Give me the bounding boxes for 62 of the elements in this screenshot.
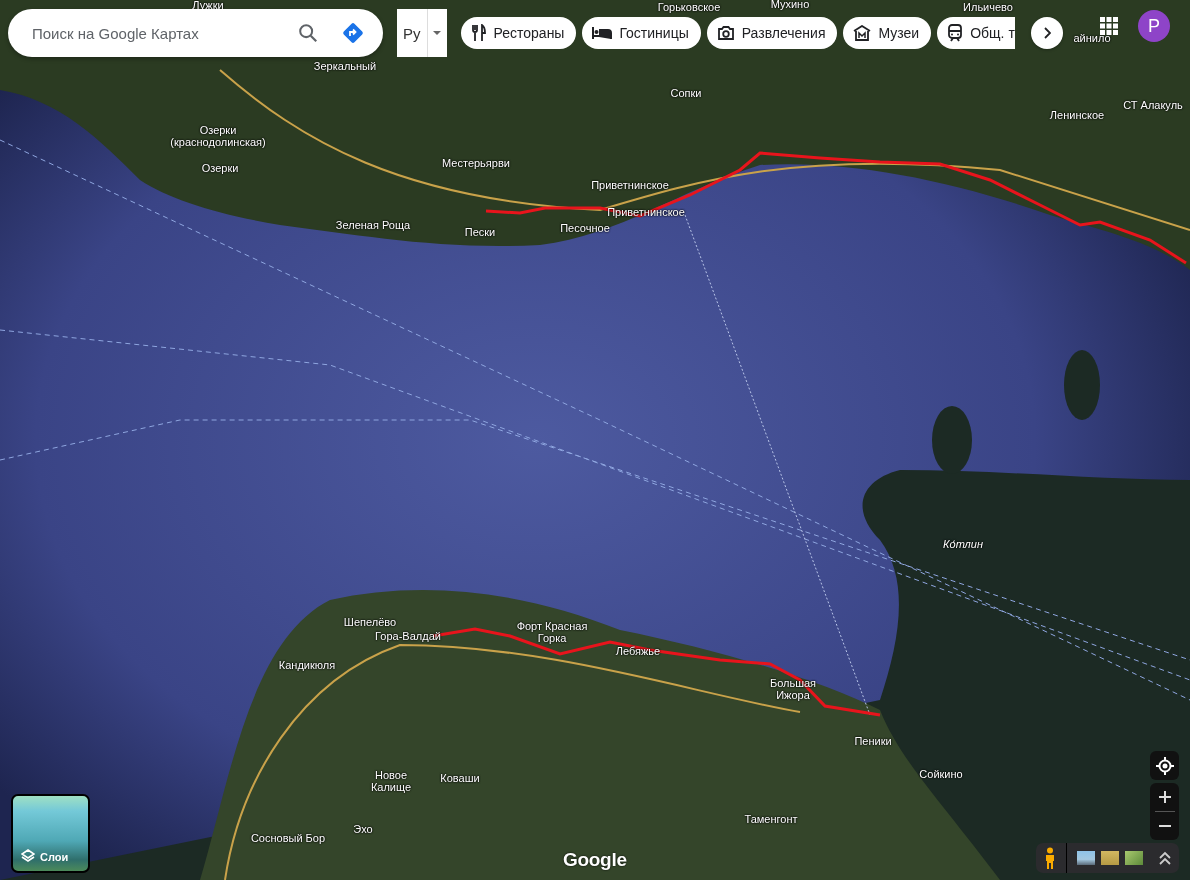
pegman-icon[interactable]	[1044, 847, 1056, 869]
double-chevron-up-icon[interactable]	[1159, 851, 1171, 865]
fork-knife-icon	[470, 24, 487, 42]
place-label: Сопки	[670, 87, 702, 99]
place-label: Гора-Валдай	[375, 630, 441, 642]
minus-icon	[1158, 825, 1171, 827]
place-label: Мухино	[770, 0, 810, 10]
place-label: Местерьярви	[442, 157, 510, 169]
place-label: Горьковское	[657, 1, 721, 13]
category-chip[interactable]: Музеи	[843, 17, 932, 49]
place-label: Ильичево	[963, 1, 1013, 13]
place-label: Эхо	[353, 823, 373, 835]
imagery-thumbnail[interactable]	[1125, 851, 1143, 865]
category-chip[interactable]: Рестораны	[460, 17, 577, 49]
layers-label: Слои	[40, 851, 69, 863]
place-label: Новое Калище	[369, 769, 413, 793]
location-target-icon	[1155, 756, 1174, 775]
place-label: Озерки (краснодолинская)	[169, 124, 267, 148]
place-label: Форт Красная Горка	[515, 620, 589, 644]
place-label: Шепелёво	[343, 616, 397, 628]
chip-label: Музеи	[878, 25, 920, 41]
place-label: Лужки	[192, 0, 224, 11]
place-label: Ко́тлин	[943, 538, 983, 550]
caret-icon	[432, 30, 442, 36]
train-icon	[947, 24, 964, 42]
place-label: Приветнинское	[591, 179, 669, 191]
place-label: СТ Алакуль	[1123, 99, 1183, 111]
place-label: айнило	[1073, 32, 1111, 44]
apps-grid-icon[interactable]	[1100, 17, 1118, 35]
chip-label: Развлечения	[741, 25, 826, 41]
place-label: Сойкино	[919, 768, 963, 780]
plus-icon	[1158, 791, 1171, 803]
chip-label: Рестораны	[493, 25, 565, 41]
place-label: Озерки	[201, 162, 239, 174]
chevron-right-icon	[1043, 27, 1051, 39]
camera-icon	[716, 25, 735, 41]
my-location-button[interactable]	[1150, 751, 1179, 780]
place-label: Кандикюля	[278, 659, 336, 671]
imagery-thumbnail[interactable]	[1077, 851, 1095, 865]
search-bar[interactable]: Поиск на Google Картах	[8, 9, 383, 57]
layers-button[interactable]: Слои	[11, 794, 90, 873]
category-chip[interactable]: Общ. т	[937, 17, 1015, 49]
chip-label: Гостиницы	[619, 25, 689, 41]
layers-icon	[21, 849, 35, 863]
place-label: Пеники	[854, 735, 892, 747]
place-label: Зеркальный	[313, 60, 377, 72]
category-chip[interactable]: Развлечения	[706, 17, 838, 49]
chip-label: Общ. т	[970, 25, 1015, 41]
place-label: Зеленая Роща	[335, 219, 411, 231]
museum-icon	[853, 25, 872, 41]
place-label: Пески	[464, 226, 496, 238]
category-chip[interactable]: Гостиницы	[582, 17, 701, 49]
search-icon[interactable]	[297, 22, 319, 44]
place-label: Таменгонт	[744, 813, 798, 825]
bed-icon	[592, 26, 613, 40]
place-label: Коваши	[440, 772, 480, 784]
google-logo: Google	[563, 849, 627, 871]
imagery-thumbnail[interactable]	[1101, 851, 1119, 865]
place-label: Ленинское	[1049, 109, 1105, 121]
place-label: Песочное	[560, 222, 610, 234]
place-label: Сосновый Бор	[250, 832, 326, 844]
place-label: Лебяжье	[615, 645, 661, 657]
